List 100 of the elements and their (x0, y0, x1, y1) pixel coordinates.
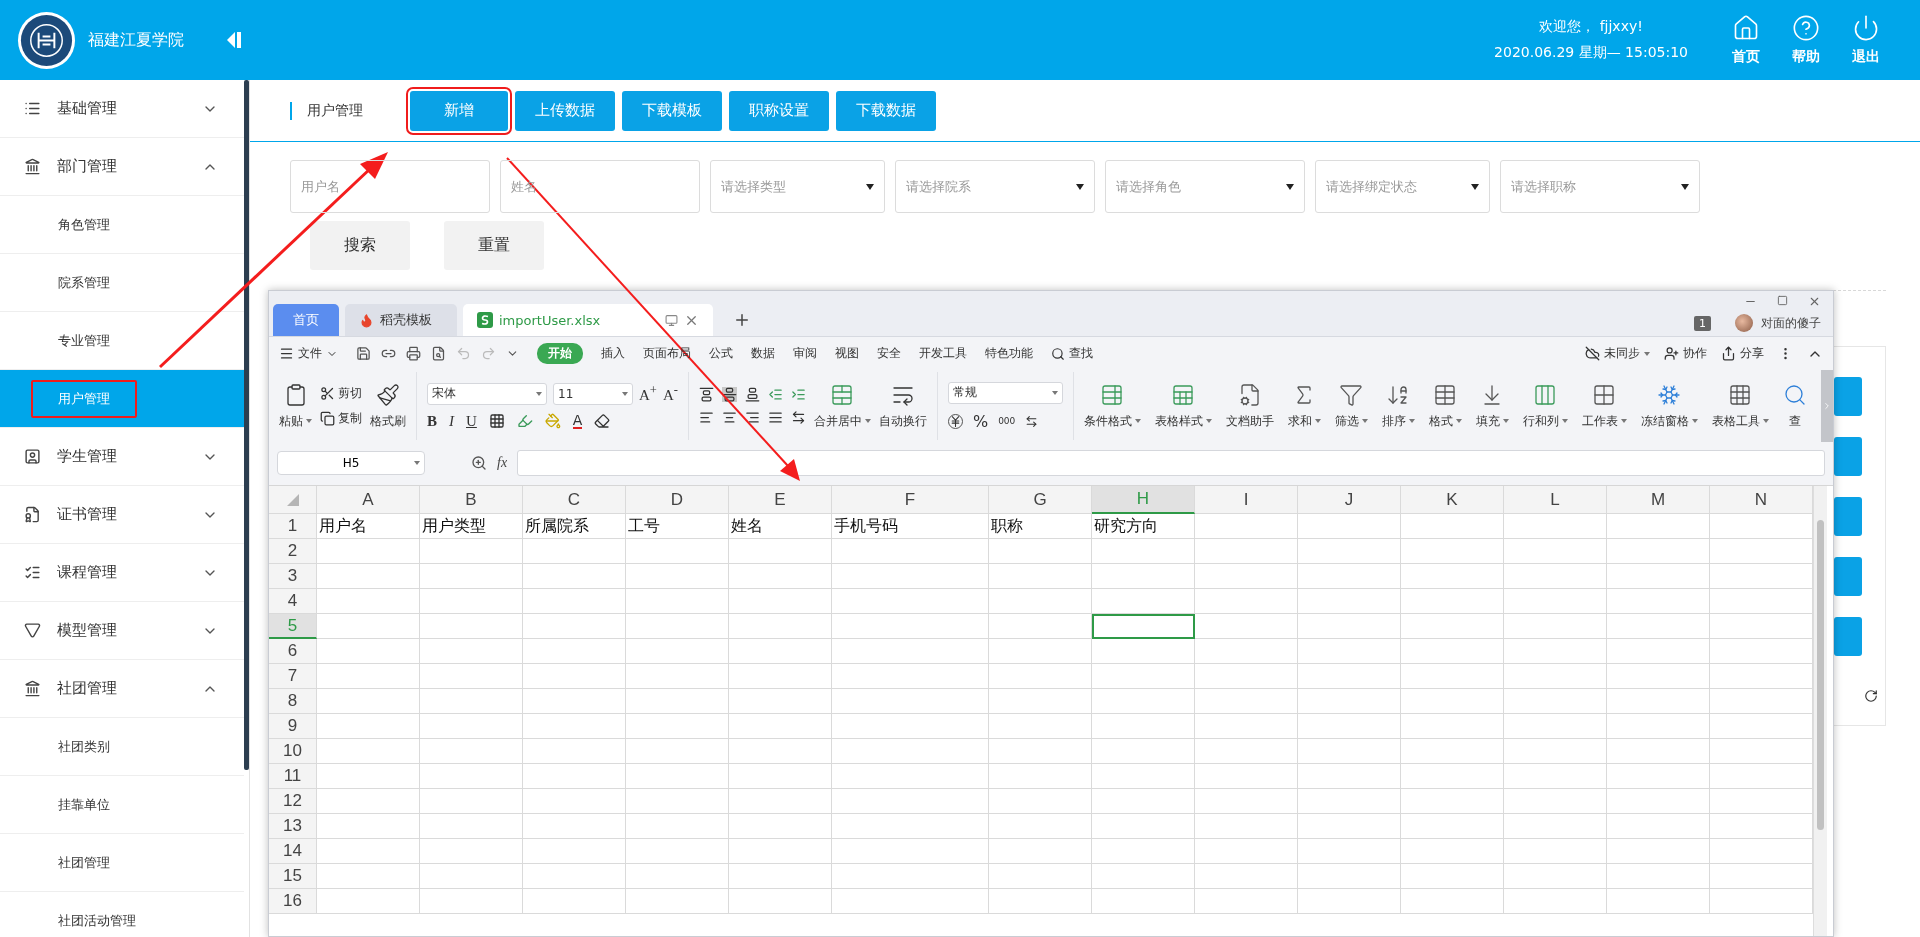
ribbon-button[interactable]: 求和 (1287, 382, 1321, 430)
refresh-icon[interactable] (1864, 689, 1878, 703)
save-icon[interactable] (356, 346, 371, 361)
ribbon-button[interactable]: 填充 (1475, 382, 1509, 430)
find-button[interactable]: 查找 (1051, 345, 1093, 362)
ribbon-button[interactable]: 表格样式 (1154, 382, 1212, 430)
filter-button[interactable]: 搜索 (310, 221, 410, 270)
thousands-button[interactable]: 000 (998, 416, 1016, 426)
ribbon-button[interactable]: 格式 (1428, 382, 1462, 430)
column-header[interactable]: K (1401, 486, 1504, 514)
close-icon[interactable] (1808, 295, 1821, 308)
row-header[interactable]: 6 (269, 639, 317, 664)
monitor-icon[interactable] (665, 313, 678, 327)
ribbon-tab[interactable]: 插入 (601, 345, 625, 362)
ribbon-tab[interactable]: 视图 (835, 345, 859, 362)
ribbon-button[interactable]: 表格工具 (1711, 382, 1769, 430)
eraser-icon[interactable] (594, 413, 611, 429)
document-tab[interactable]: importUser.xlsx (463, 304, 713, 336)
text-field[interactable]: 用户名 (290, 160, 490, 213)
column-header[interactable]: F (832, 486, 989, 514)
paste-button[interactable]: 粘贴 (279, 382, 312, 430)
row-header[interactable]: 12 (269, 789, 317, 814)
collaborate-button[interactable]: 协作 (1664, 345, 1707, 362)
ribbon-tab[interactable]: 安全 (877, 345, 901, 362)
row-header[interactable]: 3 (269, 564, 317, 589)
font-field[interactable]: 宋体 (427, 382, 547, 405)
align-justify-icon[interactable] (767, 410, 783, 425)
column-header[interactable]: A (317, 486, 420, 514)
column-header[interactable]: B (420, 486, 523, 514)
row-header[interactable]: 7 (269, 664, 317, 689)
share-button[interactable]: 分享 (1721, 345, 1764, 362)
row-header[interactable]: 2 (269, 539, 317, 564)
font-style-button[interactable]: U (466, 412, 477, 430)
ribbon-button[interactable]: 排序 (1381, 382, 1415, 430)
ribbon-button[interactable]: 条件格式 (1083, 382, 1141, 430)
format-painter-button[interactable]: 格式刷 (370, 382, 406, 430)
distribute-icon[interactable] (790, 410, 806, 425)
row-header[interactable]: 16 (269, 889, 317, 914)
document-tab[interactable]: 稻壳模板 (345, 304, 457, 336)
column-header[interactable]: L (1504, 486, 1607, 514)
number-format-field[interactable]: 常规 (947, 381, 1063, 404)
print-icon[interactable] (406, 346, 421, 361)
row-header[interactable]: 8 (269, 689, 317, 714)
zoom-icon[interactable] (471, 455, 487, 471)
file-menu[interactable]: 文件 (279, 345, 338, 362)
name-box[interactable]: H5 (277, 451, 425, 475)
collapse-sidebar-icon[interactable] (226, 31, 242, 49)
column-header[interactable]: D (626, 486, 729, 514)
add-tab-icon[interactable] (733, 311, 751, 329)
column-header[interactable]: E (729, 486, 832, 514)
scrollbar-thumb[interactable] (1817, 520, 1824, 830)
ribbon-button[interactable]: 查 (1782, 382, 1807, 430)
ribbon-tab[interactable]: 审阅 (793, 345, 817, 362)
ribbon-tab[interactable]: 特色功能 (985, 345, 1033, 362)
highlighter-icon[interactable] (516, 413, 533, 429)
ribbon-tab[interactable]: 数据 (751, 345, 775, 362)
column-header[interactable]: G (989, 486, 1092, 514)
row-header[interactable]: 14 (269, 839, 317, 864)
text-field[interactable]: 姓名 (500, 160, 700, 213)
copy-button[interactable]: 复制 (320, 410, 362, 427)
align-bottom-icon[interactable] (744, 387, 760, 402)
column-header[interactable]: J (1298, 486, 1401, 514)
fill-color-icon[interactable] (544, 413, 561, 429)
font-style-button[interactable]: B (427, 412, 437, 430)
align-center-icon[interactable] (721, 410, 737, 425)
row-header[interactable]: 13 (269, 814, 317, 839)
merge-button[interactable]: 合并居中 (813, 382, 871, 430)
ribbon-button[interactable]: 文档助手 (1225, 382, 1274, 430)
percent-button[interactable]: % (972, 411, 989, 431)
column-header[interactable]: C (523, 486, 626, 514)
row-header[interactable]: 11 (269, 764, 317, 789)
row-header[interactable]: 10 (269, 739, 317, 764)
fx-button[interactable]: fx (497, 455, 508, 471)
column-header[interactable]: N (1710, 486, 1813, 514)
decimal-icon[interactable] (1025, 414, 1039, 428)
cut-button[interactable]: 剪切 (320, 385, 362, 402)
row-header[interactable]: 4 (269, 589, 317, 614)
align-right-icon[interactable] (744, 410, 760, 425)
ribbon-button[interactable]: 冻结窗格 (1640, 382, 1698, 430)
filter-button[interactable]: 重置 (444, 221, 544, 270)
shrink-font-button[interactable]: A$^{-}$ (662, 383, 678, 404)
sync-button[interactable]: 未同步 (1585, 345, 1650, 362)
ribbon-tab[interactable]: 开发工具 (919, 345, 967, 362)
font-size-field[interactable]: 11 (553, 382, 633, 405)
print-preview-icon[interactable] (431, 346, 446, 361)
align-top-icon[interactable] (698, 387, 714, 402)
ribbon-button[interactable]: 工作表 (1581, 382, 1627, 430)
row-header[interactable]: 1 (269, 514, 317, 539)
align-left-icon[interactable] (698, 410, 714, 425)
ribbon-button[interactable]: 行和列 (1522, 382, 1568, 430)
ribbon-button[interactable]: 筛选 (1334, 382, 1368, 430)
selected-cell[interactable] (1092, 614, 1195, 639)
formula-field[interactable] (517, 450, 1825, 476)
indent-increase-icon[interactable] (790, 387, 806, 402)
font-style-button[interactable]: I (449, 412, 454, 430)
font-color-button[interactable]: A (572, 413, 583, 429)
column-header[interactable]: M (1607, 486, 1710, 514)
indent-decrease-icon[interactable] (767, 387, 783, 402)
ribbon-tab[interactable]: 公式 (709, 345, 733, 362)
borders-icon[interactable] (488, 413, 505, 429)
